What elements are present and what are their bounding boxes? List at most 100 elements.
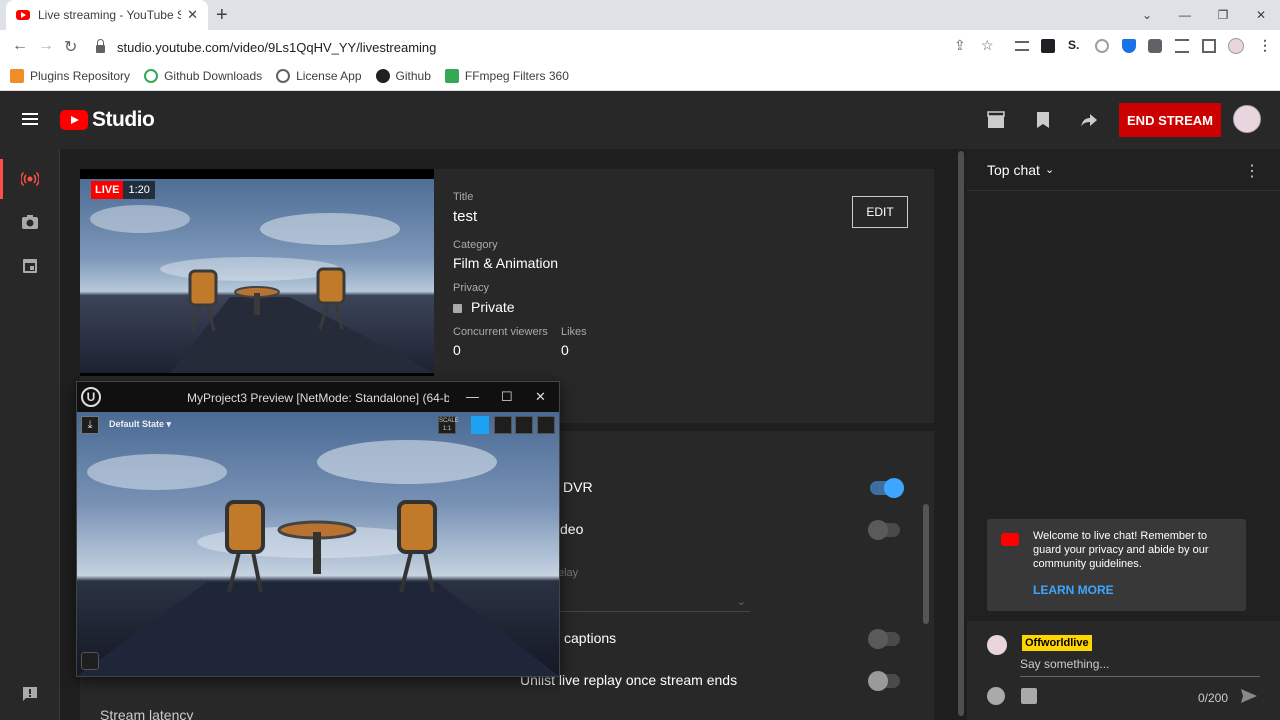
ue-toolbar: ⤓ Default State ▾ SCALE 1:1 <box>77 412 559 438</box>
bookmark-label: Github <box>395 69 431 83</box>
chat-header[interactable]: Top chat ⌄ <box>967 149 1280 191</box>
studio-logo[interactable]: Studio <box>60 108 155 132</box>
url-text[interactable]: studio.youtube.com/video/9Ls1QqHV_YY/liv… <box>117 40 436 55</box>
forward-arrow-icon[interactable]: → <box>38 37 54 55</box>
profile-avatar-icon[interactable] <box>1228 38 1244 54</box>
video-toggle[interactable] <box>868 520 900 540</box>
ue-viewport[interactable]: ⤓ Default State ▾ SCALE 1:1 <box>77 412 559 676</box>
ue-telegram-icon[interactable] <box>471 416 489 434</box>
youtube-favicon-icon <box>16 10 30 20</box>
reload-icon[interactable]: ↻ <box>64 37 77 57</box>
media-control-icon[interactable] <box>1175 39 1189 53</box>
ue-titlebar[interactable]: U MyProject3 Preview [NetMode: Standalon… <box>77 382 559 412</box>
bookmark-label: FFmpeg Filters 360 <box>464 69 569 83</box>
box-icon <box>10 69 24 83</box>
ue-close-icon[interactable]: ✕ <box>535 389 546 405</box>
page-scrollbar[interactable] <box>955 149 967 720</box>
address-bar[interactable]: studio.youtube.com/video/9Ls1QqHV_YY/liv… <box>90 33 1002 61</box>
ue-maximize-icon[interactable]: ☐ <box>501 389 513 405</box>
captions-label: captions <box>564 630 617 646</box>
bookmark-ffmpeg-filters[interactable]: FFmpeg Filters 360 <box>444 69 569 83</box>
camera-icon[interactable] <box>21 213 39 231</box>
ue-vr-icon[interactable] <box>537 416 555 434</box>
edit-button[interactable]: EDIT <box>852 196 908 228</box>
tab-search-icon[interactable]: ⌄ <box>1128 8 1166 22</box>
bookmark-icon[interactable] <box>1034 111 1052 129</box>
stocks-extension-icon[interactable] <box>1041 39 1055 53</box>
end-stream-button[interactable]: END STREAM <box>1119 103 1221 137</box>
feedback-icon[interactable] <box>21 685 39 703</box>
ue-minimize-icon[interactable]: — <box>466 389 479 404</box>
chevron-down-icon: ⌄ <box>1044 164 1055 176</box>
s-extension-icon[interactable]: S. <box>1068 38 1082 52</box>
browser-toolbar: ← → ↻ studio.youtube.com/video/9Ls1QqHV_… <box>0 30 1280 62</box>
minimize-icon[interactable]: — <box>1166 8 1204 22</box>
bookmark-star-icon[interactable]: ☆ <box>981 37 994 54</box>
new-tab-button[interactable]: + <box>216 4 228 27</box>
category-value: Film & Animation <box>453 255 559 271</box>
scrollbar-thumb[interactable] <box>958 151 964 716</box>
unlist-toggle[interactable] <box>868 671 900 691</box>
title-label: Title <box>453 191 474 203</box>
ue-headset-icon[interactable] <box>81 652 99 670</box>
restore-icon[interactable]: ❐ <box>1204 8 1242 22</box>
lock-icon <box>453 303 462 313</box>
bookmark-license-app[interactable]: License App <box>276 69 362 83</box>
emoji-icon[interactable] <box>987 687 1005 705</box>
toggle-knob <box>868 520 888 540</box>
ue-scale-indicator: SCALE 1:1 <box>438 416 459 434</box>
ue-download-icon[interactable]: ⤓ <box>81 416 99 434</box>
extensions-puzzle-icon[interactable] <box>1148 39 1162 53</box>
close-window-icon[interactable]: ✕ <box>1242 8 1280 22</box>
window-controls: ⌄ — ❐ ✕ <box>1128 0 1280 30</box>
tab-close-icon[interactable]: ✕ <box>187 7 198 23</box>
dvr-label: DVR <box>563 479 593 495</box>
category-label: Category <box>453 239 498 251</box>
dvr-toggle[interactable] <box>870 478 904 498</box>
menu-hamburger-icon[interactable] <box>22 113 38 125</box>
cloud-extension-icon[interactable] <box>1095 39 1109 53</box>
live-broadcast-icon <box>21 171 39 187</box>
left-nav <box>0 149 60 720</box>
character-count: 0/200 <box>1198 691 1229 705</box>
ue-walk-icon[interactable] <box>494 416 512 434</box>
ue-scene <box>77 440 559 676</box>
back-arrow-icon[interactable]: ← <box>12 37 28 55</box>
live-label: LIVE <box>91 181 124 199</box>
bookmark-github[interactable]: Github <box>375 69 431 83</box>
clapperboard-icon[interactable] <box>987 111 1005 129</box>
reading-list-icon[interactable] <box>1015 41 1029 51</box>
calendar-icon[interactable] <box>21 256 39 274</box>
ue-window-title: MyProject3 Preview [NetMode: Standalone]… <box>187 391 449 405</box>
tab-title: Live streaming - YouTube Studio <box>38 8 182 22</box>
privacy-label: Privacy <box>453 282 490 294</box>
youtube-logo-icon <box>1001 533 1019 546</box>
channel-avatar[interactable] <box>1233 105 1261 133</box>
welcome-text: Welcome to live chat! Remember to guard … <box>1033 530 1209 570</box>
share-arrow-icon[interactable] <box>1080 111 1098 129</box>
shield-extension-icon[interactable] <box>1122 39 1136 53</box>
side-panel-icon[interactable] <box>1202 39 1216 53</box>
chat-message-input[interactable]: Say something... <box>1020 655 1260 677</box>
bookmark-label: Github Downloads <box>164 69 263 83</box>
youtube-logo-icon <box>60 110 88 130</box>
settings-scrollbar[interactable] <box>923 504 929 624</box>
lock-icon <box>96 39 105 53</box>
bookmark-plugins-repository[interactable]: Plugins Repository <box>10 69 130 83</box>
ue-state-dropdown[interactable]: Default State ▾ <box>109 419 171 430</box>
bookmark-github-downloads[interactable]: Github Downloads <box>144 69 262 83</box>
ue-move-icon[interactable] <box>515 416 533 434</box>
stream-preview[interactable]: LIVE 1:20 <box>80 169 434 376</box>
learn-more-link[interactable]: LEARN MORE <box>1033 583 1114 597</box>
delay-dropdown[interactable]: ⌄ <box>550 596 750 612</box>
browser-menu-icon[interactable]: ⋮ <box>1258 37 1272 54</box>
send-icon[interactable] <box>1240 687 1258 705</box>
privacy-row: Private <box>453 299 515 315</box>
nav-stream[interactable] <box>0 159 60 199</box>
browser-tab-active[interactable]: Live streaming - YouTube Studio ✕ <box>6 0 208 30</box>
more-options-icon[interactable]: ⋮ <box>1244 161 1260 181</box>
poll-icon[interactable] <box>1021 688 1037 704</box>
elapsed-time: 1:20 <box>128 184 150 196</box>
share-icon[interactable]: ⇪ <box>954 37 966 54</box>
captions-toggle[interactable] <box>868 629 900 649</box>
